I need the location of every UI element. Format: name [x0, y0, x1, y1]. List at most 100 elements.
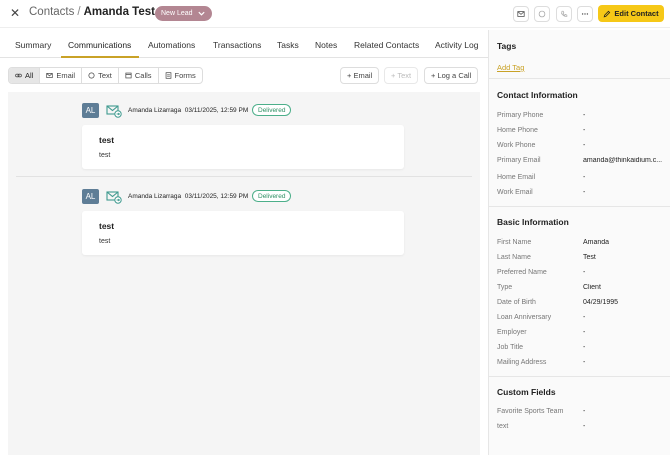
communications-feed[interactable]: AL Amanda Lizarraga 03/11/2025, 12:59 PM… — [8, 92, 480, 455]
page-title: Amanda Test — [83, 6, 155, 18]
filter-calls-label: Calls — [134, 71, 152, 80]
tab-summary[interactable]: Summary — [15, 40, 51, 50]
field-value: - — [583, 174, 586, 181]
breadcrumb: Contacts / Amanda Test — [29, 6, 155, 18]
close-icon[interactable]: ✕ — [10, 7, 22, 19]
text-button[interactable] — [534, 6, 550, 22]
field-value: - — [583, 329, 586, 336]
tab-bar: Summary Communications Automations Trans… — [0, 30, 488, 58]
field-label: Home Email — [497, 174, 536, 181]
active-tab-indicator — [61, 56, 139, 58]
field-value: - — [583, 142, 586, 149]
basic-info-title: Basic Information — [497, 217, 569, 227]
page-header: ✕ Contacts / Amanda Test New Lead Edit Con… — [0, 0, 670, 28]
add-text-button[interactable]: + Text — [384, 67, 419, 84]
field-label: Employer — [497, 329, 527, 336]
section-divider — [489, 376, 670, 377]
pencil-icon — [604, 10, 611, 17]
contact-details-panel: Tags Add Tag Contact Information Primary… — [488, 30, 670, 455]
tab-related-contacts[interactable]: Related Contacts — [354, 40, 419, 50]
field-label: Work Email — [497, 189, 533, 196]
field-label: text — [497, 423, 509, 430]
tab-tasks[interactable]: Tasks — [277, 40, 299, 50]
message-meta: Amanda Lizarraga 03/11/2025, 12:59 PM — [128, 193, 248, 200]
field-label: Primary Phone — [497, 112, 544, 119]
field-value: 04/29/1995 — [583, 299, 619, 306]
field-value: Client — [583, 284, 601, 291]
message-meta: Amanda Lizarraga 03/11/2025, 12:59 PM — [128, 107, 248, 114]
tab-transactions[interactable]: Transactions — [213, 40, 261, 50]
field-value: - — [583, 189, 586, 196]
message-subject: test — [99, 221, 115, 231]
status-label: New Lead — [161, 10, 193, 17]
tab-notes[interactable]: Notes — [315, 40, 337, 50]
field-value: Amanda — [583, 239, 610, 246]
field-value: - — [583, 314, 586, 321]
filter-all[interactable]: All — [9, 68, 41, 83]
field-label: Home Phone — [497, 127, 538, 134]
call-button[interactable] — [556, 6, 572, 22]
status-dropdown[interactable]: New Lead — [155, 6, 212, 21]
form-icon — [165, 72, 171, 79]
filter-forms-label: Forms — [174, 71, 196, 80]
message-divider — [16, 176, 472, 177]
field-label: Mailing Address — [497, 359, 547, 366]
primary-email-value[interactable]: amanda@thinkaidium.c... — [583, 157, 662, 164]
log-call-button[interactable]: + Log a Call — [424, 67, 479, 84]
link-icon — [15, 73, 22, 78]
add-email-button[interactable]: + Email — [340, 67, 380, 84]
field-label: Date of Birth — [497, 299, 536, 306]
phone-icon — [561, 10, 568, 17]
filter-email-label: Email — [56, 71, 76, 80]
tags-title: Tags — [497, 41, 517, 51]
edit-contact-button[interactable]: Edit Contact — [598, 5, 664, 22]
field-value: Test — [583, 254, 596, 261]
tab-communications[interactable]: Communications — [68, 40, 131, 50]
breadcrumb-separator: / — [77, 6, 81, 18]
field-label: Primary Email — [497, 157, 541, 164]
channel-filter: All Email Text Calls Forms — [8, 67, 203, 84]
filter-text[interactable]: Text — [82, 68, 119, 83]
field-label: Preferred Name — [497, 269, 547, 276]
field-value: - — [583, 408, 586, 415]
chat-icon — [538, 10, 546, 18]
field-label: Type — [497, 284, 513, 291]
more-icon — [581, 13, 589, 15]
message-body: test — [99, 152, 111, 159]
tab-automations[interactable]: Automations — [148, 40, 195, 50]
calendar-icon — [125, 72, 132, 79]
email-received-icon — [106, 191, 122, 204]
status-badge: Delivered — [252, 190, 292, 202]
filter-all-label: All — [25, 71, 34, 80]
filter-calls[interactable]: Calls — [119, 68, 159, 83]
avatar: AL — [82, 103, 99, 118]
field-value: - — [583, 112, 586, 119]
message-card[interactable]: test test — [82, 125, 404, 169]
message-body: test — [99, 238, 111, 245]
field-value: - — [583, 423, 586, 430]
filter-forms[interactable]: Forms — [159, 68, 202, 83]
status-badge: Delivered — [252, 104, 292, 116]
field-value: - — [583, 359, 586, 366]
add-tag-link[interactable]: Add Tag — [497, 63, 524, 72]
chat-icon — [88, 72, 95, 79]
mail-icon — [517, 11, 525, 17]
message-subject: test — [99, 135, 115, 145]
field-value: - — [583, 344, 586, 351]
mail-icon — [46, 73, 53, 78]
edit-contact-label: Edit Contact — [614, 9, 659, 18]
chevron-down-icon — [197, 11, 205, 16]
field-label: Loan Anniversary — [497, 314, 552, 321]
filter-text-label: Text — [98, 71, 112, 80]
custom-fields-title: Custom Fields — [497, 387, 556, 397]
email-button[interactable] — [513, 6, 529, 22]
breadcrumb-contacts[interactable]: Contacts — [29, 6, 74, 18]
message-timestamp: 03/11/2025, 12:59 PM — [184, 193, 249, 200]
tab-activity-log[interactable]: Activity Log — [435, 40, 478, 50]
section-divider — [489, 206, 670, 207]
message-card[interactable]: test test — [82, 211, 404, 255]
sender-name: Amanda Lizarraga — [128, 107, 182, 114]
section-divider — [489, 78, 670, 79]
filter-email[interactable]: Email — [40, 68, 83, 83]
more-button[interactable] — [577, 6, 593, 22]
